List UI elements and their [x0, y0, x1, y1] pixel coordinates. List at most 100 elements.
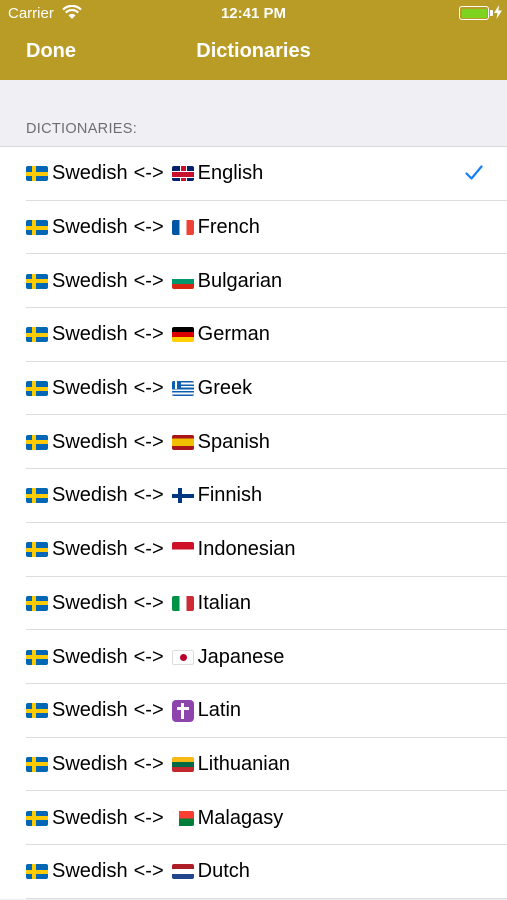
- direction-separator: <->: [133, 269, 164, 292]
- lithuania-flag-icon: [171, 756, 194, 772]
- dictionary-label: Swedish <-> German: [26, 308, 270, 362]
- battery-icon: [459, 6, 489, 20]
- dictionary-label: Swedish <-> Lithuanian: [26, 738, 290, 792]
- direction-separator: <->: [133, 806, 164, 829]
- sweden-flag-icon: [26, 488, 48, 504]
- source-language: Swedish: [52, 377, 128, 400]
- direction-separator: <->: [133, 860, 164, 883]
- dictionary-label: Swedish <-> Spanish: [26, 415, 270, 469]
- target-language: Italian: [197, 591, 252, 614]
- dictionary-row[interactable]: Swedish <-> Dutch: [0, 845, 507, 899]
- target-language: Japanese: [197, 645, 285, 668]
- direction-separator: <->: [133, 699, 164, 722]
- source-language: Swedish: [52, 216, 128, 239]
- dictionary-row[interactable]: Swedish <-> Bulgarian: [0, 254, 507, 308]
- direction-separator: <->: [133, 377, 164, 400]
- dictionary-row[interactable]: Swedish <-> Japanese: [0, 630, 507, 684]
- dictionary-label: Swedish <-> Bulgarian: [26, 254, 282, 308]
- madagascar-flag-icon: [171, 810, 194, 826]
- italy-flag-icon: [171, 595, 194, 611]
- target-language: English: [197, 162, 264, 185]
- source-language: Swedish: [52, 323, 128, 346]
- dictionary-row[interactable]: Swedish <-> French: [0, 201, 507, 255]
- dictionary-row[interactable]: Swedish <-> German: [0, 308, 507, 362]
- battery-tip: [490, 10, 493, 16]
- dictionary-label: Swedish <-> English: [26, 147, 263, 201]
- page-title: Dictionaries: [196, 40, 311, 62]
- sweden-flag-icon: [26, 327, 48, 343]
- sweden-flag-icon: [26, 703, 48, 719]
- target-language: Lithuanian: [197, 752, 290, 775]
- checkmark-icon: [465, 165, 483, 180]
- uk-flag-icon: [171, 166, 194, 182]
- clock-time: 12:41 PM: [220, 5, 287, 22]
- dictionary-row[interactable]: Swedish <-> Lithuanian: [0, 738, 507, 792]
- dictionary-row[interactable]: Swedish <-> Indonesian: [0, 523, 507, 577]
- target-language: Bulgarian: [197, 269, 283, 292]
- target-language: Indonesian: [197, 538, 296, 561]
- sweden-flag-icon: [26, 542, 48, 558]
- dictionary-row[interactable]: Swedish <-> Italian: [0, 577, 507, 631]
- dictionary-row[interactable]: Swedish <-> English: [0, 147, 507, 201]
- source-language: Swedish: [52, 538, 128, 561]
- target-language: French: [197, 216, 260, 239]
- direction-separator: <->: [133, 645, 164, 668]
- dictionary-label: Swedish <-> French: [26, 201, 260, 255]
- sweden-flag-icon: [26, 595, 48, 611]
- dictionary-label: Swedish <-> Finnish: [26, 469, 262, 523]
- latin-cross-icon: [171, 699, 194, 722]
- direction-separator: <->: [133, 216, 164, 239]
- source-language: Swedish: [52, 430, 128, 453]
- source-language: Swedish: [52, 860, 128, 883]
- sweden-flag-icon: [26, 434, 48, 450]
- netherlands-flag-icon: [171, 864, 194, 880]
- greece-flag-icon: [171, 381, 194, 397]
- done-button[interactable]: Done: [26, 40, 76, 63]
- dictionary-label: Swedish <-> Japanese: [26, 630, 284, 684]
- sweden-flag-icon: [26, 810, 48, 826]
- spain-flag-icon: [171, 434, 194, 450]
- sweden-flag-icon: [26, 381, 48, 397]
- sweden-flag-icon: [26, 864, 48, 880]
- dictionary-row[interactable]: Swedish <-> Finnish: [0, 469, 507, 523]
- dictionary-label: Swedish <-> Malagasy: [26, 791, 283, 845]
- section-header: DICTIONARIES:: [26, 121, 138, 137]
- header: Carrier 12:41 PM Done Dictionaries: [0, 0, 507, 80]
- sweden-flag-icon: [26, 649, 48, 665]
- source-language: Swedish: [52, 269, 128, 292]
- dictionary-row[interactable]: Swedish <-> Spanish: [0, 415, 507, 469]
- sweden-flag-icon: [26, 273, 48, 289]
- target-language: German: [197, 323, 270, 346]
- germany-flag-icon: [171, 327, 194, 343]
- finland-flag-icon: [171, 488, 194, 504]
- target-language: Latin: [197, 699, 242, 722]
- direction-separator: <->: [133, 538, 164, 561]
- source-language: Swedish: [52, 484, 128, 507]
- dictionary-label: Swedish <-> Greek: [26, 362, 252, 416]
- dictionary-row[interactable]: Swedish <-> Latin: [0, 684, 507, 738]
- charging-bolt-icon: [494, 5, 502, 19]
- navigation-bar: Done Dictionaries: [0, 28, 507, 80]
- dictionary-row[interactable]: Swedish <-> Malagasy: [0, 791, 507, 845]
- source-language: Swedish: [52, 806, 128, 829]
- target-language: Greek: [197, 377, 253, 400]
- target-language: Finnish: [197, 484, 263, 507]
- dictionary-label: Swedish <-> Indonesian: [26, 523, 296, 577]
- dictionary-label: Swedish <-> Italian: [26, 577, 251, 631]
- source-language: Swedish: [52, 699, 128, 722]
- direction-separator: <->: [133, 484, 164, 507]
- dictionary-label: Swedish <-> Dutch: [26, 845, 250, 899]
- target-language: Malagasy: [197, 806, 284, 829]
- source-language: Swedish: [52, 591, 128, 614]
- source-language: Swedish: [52, 162, 128, 185]
- france-flag-icon: [171, 220, 194, 236]
- status-bar: Carrier 12:41 PM: [0, 0, 507, 28]
- dictionary-label: Swedish <-> Latin: [26, 684, 241, 738]
- dictionary-row[interactable]: Swedish <-> Greek: [0, 362, 507, 416]
- source-language: Swedish: [52, 645, 128, 668]
- indonesia-flag-icon: [171, 542, 194, 558]
- target-language: Dutch: [197, 860, 250, 883]
- direction-separator: <->: [133, 323, 164, 346]
- sweden-flag-icon: [26, 220, 48, 236]
- sweden-flag-icon: [26, 756, 48, 772]
